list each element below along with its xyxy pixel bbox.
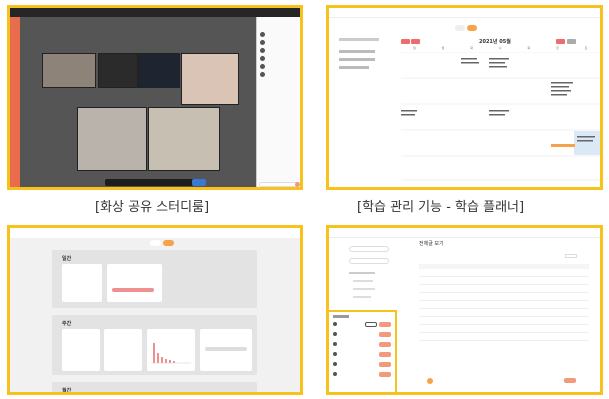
caption-video-room: [화상 공유 스터디룸]	[95, 200, 210, 215]
table-row[interactable]	[419, 276, 589, 277]
board-title: 전체글 보기	[419, 241, 444, 247]
participant-panel	[256, 17, 300, 187]
member-remove-button[interactable]	[379, 372, 391, 377]
chart-card	[147, 329, 195, 371]
weekday-label: 월	[441, 46, 445, 50]
weekday-label: 목	[527, 46, 531, 50]
calendar-toolbar: 2021년 05월	[401, 38, 600, 46]
prev-button[interactable]	[401, 39, 410, 44]
chat-input[interactable]	[259, 182, 299, 187]
record-button[interactable]	[192, 179, 206, 186]
video-tile	[181, 53, 239, 105]
caption-planner: [학습 관리 기능 - 학습 플래너]	[357, 200, 525, 215]
view-toggle-week[interactable]	[455, 25, 465, 31]
section-title-weekly: 주간	[62, 321, 72, 327]
table-row[interactable]	[419, 332, 589, 333]
board-header	[329, 228, 600, 238]
progress-bar	[205, 347, 247, 351]
video-grid	[20, 17, 256, 187]
table-header	[419, 264, 589, 269]
participant-item	[260, 39, 298, 46]
weekday-label: 화	[470, 46, 473, 50]
mini-bar-chart	[151, 343, 191, 364]
member-action-button[interactable]	[365, 322, 377, 327]
participant-item	[260, 71, 298, 78]
settings-button[interactable]	[567, 39, 576, 44]
table-row[interactable]	[419, 284, 589, 285]
video-room-topbar	[10, 8, 300, 17]
weekday-label: 금	[556, 46, 559, 50]
participant-item	[260, 47, 298, 54]
calendar-grid	[401, 52, 600, 181]
weekday-label: 토	[584, 46, 588, 50]
stat-card	[62, 264, 102, 302]
planner-header	[329, 8, 600, 18]
progress-bar	[112, 288, 154, 292]
member-remove-button[interactable]	[379, 362, 391, 367]
video-tile	[77, 107, 147, 171]
dashboard-screenshot: 일간 주간 월간	[7, 225, 303, 395]
section-weekly: 주간	[52, 315, 257, 375]
send-button[interactable]	[295, 182, 300, 187]
table-row[interactable]	[419, 300, 589, 301]
month-label: 2021년 05월	[479, 39, 511, 45]
table-row[interactable]	[419, 324, 589, 325]
table-row[interactable]	[419, 308, 589, 309]
stat-card	[200, 329, 252, 371]
stat-card	[62, 329, 100, 371]
selected-day[interactable]	[574, 131, 600, 155]
planner-event[interactable]	[551, 144, 575, 147]
video-room-sidebar	[10, 17, 20, 187]
weekday-label: 일	[413, 46, 416, 50]
video-study-room-screenshot	[7, 5, 303, 190]
tab-button-active[interactable]	[163, 240, 174, 246]
video-tile	[98, 53, 138, 88]
member-remove-button[interactable]	[379, 322, 391, 327]
weekday-label: 수	[498, 46, 502, 50]
next-button[interactable]	[411, 39, 420, 44]
search-input-2[interactable]	[349, 258, 389, 264]
member-popup	[329, 310, 397, 392]
table-row[interactable]	[419, 316, 589, 317]
add-button[interactable]	[556, 39, 565, 44]
section-title-monthly: 월간	[62, 388, 72, 394]
action-button[interactable]	[564, 378, 576, 383]
participant-item	[260, 31, 298, 38]
section-title-daily: 일간	[62, 256, 72, 262]
section-monthly: 월간	[52, 382, 257, 394]
group-board-screenshot: 전체글 보기	[326, 225, 603, 395]
planner-screenshot: 2021년 05월 일 월 화 수 목 금 토	[326, 5, 603, 190]
video-tile	[138, 53, 180, 88]
video-tile	[42, 53, 96, 88]
stat-card	[107, 264, 162, 302]
recording-notice	[105, 179, 195, 186]
participant-item	[260, 55, 298, 62]
member-remove-button[interactable]	[379, 352, 391, 357]
participant-item	[260, 63, 298, 70]
section-daily: 일간	[52, 250, 257, 308]
member-remove-button[interactable]	[379, 342, 391, 347]
member-remove-button[interactable]	[379, 332, 391, 337]
planner-left-menu	[331, 38, 393, 78]
dashboard-header	[10, 228, 300, 238]
weekday-header: 일월화수목금토	[401, 46, 600, 50]
search-input[interactable]	[349, 246, 389, 252]
tab-button[interactable]	[150, 240, 161, 246]
view-toggle-month[interactable]	[467, 25, 477, 31]
write-button[interactable]	[565, 254, 577, 258]
table-row[interactable]	[419, 340, 589, 341]
page-button[interactable]	[427, 378, 433, 384]
video-tile	[148, 107, 220, 171]
stat-card	[104, 329, 142, 371]
table-row[interactable]	[419, 292, 589, 293]
